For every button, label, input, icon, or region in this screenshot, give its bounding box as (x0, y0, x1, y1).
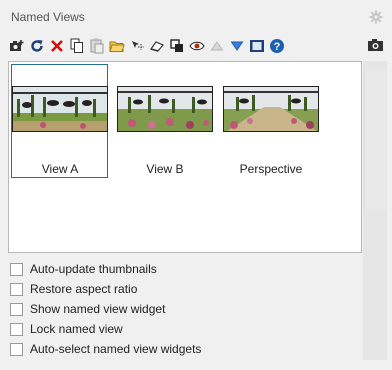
option-label: Auto-update thumbnails (30, 262, 157, 276)
refresh-icon[interactable] (28, 37, 46, 55)
move-up-icon[interactable] (208, 37, 226, 55)
option-lock-named-view[interactable]: Lock named view (8, 320, 123, 338)
open-folder-icon[interactable] (108, 37, 126, 55)
camera-icon[interactable] (367, 38, 385, 54)
view-label: View B (146, 162, 184, 176)
option-label: Show named view widget (30, 302, 166, 316)
toolbar: ? (8, 36, 288, 56)
option-restore-aspect-ratio[interactable]: Restore aspect ratio (8, 280, 137, 298)
help-icon[interactable]: ? (268, 37, 286, 55)
view-thumbnail[interactable] (12, 86, 108, 132)
copy-icon[interactable] (68, 37, 86, 55)
film-icon[interactable] (248, 37, 266, 55)
option-show-named-view-widget[interactable]: Show named view widget (8, 300, 165, 318)
option-label: Auto-select named view widgets (30, 342, 202, 356)
view-thumbnail[interactable] (117, 86, 213, 132)
option-auto-select-named-view-widgets[interactable]: Auto-select named view widgets (8, 340, 201, 358)
delete-x-icon[interactable] (48, 37, 66, 55)
scrollbar-thumb[interactable] (364, 70, 386, 210)
checkbox[interactable] (10, 322, 23, 336)
layers-icon[interactable] (168, 37, 186, 55)
checkbox[interactable] (10, 262, 23, 276)
select-icon[interactable] (128, 37, 146, 55)
camera-add-icon[interactable] (8, 37, 26, 55)
paste-icon[interactable] (88, 37, 106, 55)
gear-icon[interactable] (369, 10, 383, 24)
option-label: Restore aspect ratio (30, 282, 138, 296)
panel-title: Named Views (11, 10, 85, 24)
checkbox[interactable] (10, 342, 23, 356)
eye-icon[interactable] (188, 37, 206, 55)
view-label: View A (41, 162, 79, 176)
view-thumbnail[interactable] (223, 86, 319, 132)
checkbox[interactable] (10, 282, 23, 296)
svg-text:?: ? (274, 41, 281, 53)
option-auto-update-thumbnails[interactable]: Auto-update thumbnails (8, 260, 157, 278)
view-perspective-icon[interactable] (148, 37, 166, 55)
panel-header: Named Views (0, 0, 392, 32)
view-label: Perspective (239, 162, 303, 176)
checkbox[interactable] (10, 302, 23, 316)
option-label: Lock named view (30, 322, 123, 336)
move-down-icon[interactable] (228, 37, 246, 55)
